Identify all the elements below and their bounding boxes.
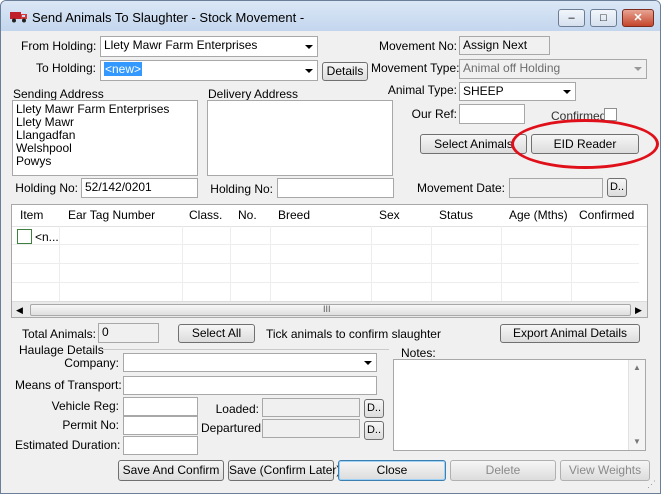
horizontal-scrollbar[interactable]: ◀ III ▶ bbox=[12, 301, 647, 317]
animals-table[interactable]: Item Ear Tag Number Class. No. Breed Sex… bbox=[11, 204, 648, 318]
to-holding-select[interactable]: <new> bbox=[100, 60, 318, 81]
grip-icon: III bbox=[323, 304, 331, 314]
departured-label: Departured: bbox=[201, 421, 265, 435]
delivery-holding-no-input[interactable] bbox=[277, 178, 394, 198]
chevron-down-icon bbox=[563, 89, 571, 94]
close-window-button[interactable]: ✕ bbox=[622, 9, 654, 27]
company-select[interactable] bbox=[123, 353, 377, 372]
save-confirm-later-button[interactable]: Save (Confirm Later) bbox=[228, 460, 340, 481]
row-select-checkbox[interactable] bbox=[17, 229, 32, 244]
column-header[interactable]: Sex bbox=[379, 208, 400, 222]
details-button[interactable]: Details bbox=[322, 62, 368, 81]
animal-type-select[interactable]: SHEEP bbox=[459, 82, 576, 101]
column-header[interactable]: Status bbox=[439, 208, 473, 222]
scroll-left-icon[interactable]: ◀ bbox=[16, 305, 23, 316]
notes-textarea[interactable]: ▲ ▼ bbox=[393, 359, 646, 451]
scroll-up-icon[interactable]: ▲ bbox=[633, 363, 641, 372]
from-holding-value: Llety Mawr Farm Enterprises bbox=[104, 38, 258, 52]
sending-address-line: Powys bbox=[16, 154, 52, 168]
animal-type-value: SHEEP bbox=[463, 84, 504, 98]
column-header[interactable]: Ear Tag Number bbox=[68, 208, 155, 222]
save-and-confirm-button[interactable]: Save And Confirm bbox=[118, 460, 224, 481]
title-bar[interactable]: Send Animals To Slaughter - Stock Moveme… bbox=[1, 1, 660, 31]
permit-no-input[interactable] bbox=[123, 416, 198, 435]
movement-type-value: Animal off Holding bbox=[463, 61, 561, 75]
row-item-cell: <n... bbox=[35, 230, 59, 244]
estimated-duration-label: Estimated Duration: bbox=[15, 438, 121, 452]
scroll-down-icon[interactable]: ▼ bbox=[633, 437, 641, 446]
haulage-details-heading: Haulage Details bbox=[19, 343, 104, 357]
total-animals-field: 0 bbox=[98, 323, 159, 343]
company-label: Company: bbox=[64, 356, 119, 370]
select-all-button[interactable]: Select All bbox=[178, 324, 255, 343]
scroll-right-icon[interactable]: ▶ bbox=[635, 305, 642, 316]
grid-divider bbox=[12, 282, 639, 283]
scroll-thumb[interactable]: III bbox=[30, 304, 631, 316]
grid-divider bbox=[12, 263, 639, 264]
departured-date-picker-button[interactable]: D.. bbox=[364, 421, 384, 440]
delete-button[interactable]: Delete bbox=[450, 460, 556, 481]
departured-date-input bbox=[262, 419, 360, 438]
to-holding-value: <new> bbox=[104, 62, 143, 76]
movement-type-select: Animal off Holding bbox=[459, 59, 647, 79]
notes-vertical-scrollbar[interactable]: ▲ ▼ bbox=[628, 360, 645, 450]
permit-no-label: Permit No: bbox=[62, 418, 119, 432]
column-header[interactable]: Breed bbox=[278, 208, 310, 222]
movement-type-label: Movement Type: bbox=[371, 61, 460, 75]
chevron-down-icon bbox=[305, 68, 313, 73]
loaded-label: Loaded: bbox=[215, 402, 259, 416]
chevron-down-icon bbox=[634, 67, 642, 71]
animal-type-label: Animal Type: bbox=[387, 83, 457, 97]
sending-address-box[interactable]: Llety Mawr Farm Enterprises Llety Mawr L… bbox=[12, 100, 198, 176]
haulage-divider bbox=[103, 349, 389, 350]
sending-address-label: Sending Address bbox=[13, 87, 104, 101]
delivery-address-label: Delivery Address bbox=[208, 87, 299, 101]
to-holding-label: To Holding: bbox=[35, 61, 96, 75]
column-header[interactable]: Age (Mths) bbox=[509, 208, 568, 222]
loaded-date-input bbox=[262, 398, 360, 417]
stock-movement-window: Send Animals To Slaughter - Stock Moveme… bbox=[0, 0, 661, 494]
view-weights-button[interactable]: View Weights bbox=[560, 460, 650, 481]
close-button[interactable]: Close bbox=[338, 460, 446, 481]
window-title: Send Animals To Slaughter - Stock Moveme… bbox=[32, 10, 305, 25]
table-row[interactable]: <n... bbox=[12, 227, 639, 245]
column-header[interactable]: Confirmed bbox=[579, 208, 634, 222]
delivery-holding-no-label: Holding No: bbox=[210, 182, 273, 196]
our-ref-input[interactable] bbox=[459, 104, 525, 124]
column-header[interactable]: Item bbox=[20, 208, 43, 222]
means-of-transport-label: Means of Transport: bbox=[15, 378, 122, 392]
column-header[interactable]: No. bbox=[238, 208, 257, 222]
estimated-duration-input[interactable] bbox=[123, 436, 198, 455]
movement-no-label: Movement No: bbox=[378, 39, 457, 53]
movement-no-field: Assign Next bbox=[459, 36, 550, 55]
resize-grip-icon[interactable]: ⋰ bbox=[647, 479, 656, 490]
total-animals-label: Total Animals: bbox=[21, 327, 96, 341]
from-holding-select[interactable]: Llety Mawr Farm Enterprises bbox=[100, 36, 318, 57]
table-header: Item Ear Tag Number Class. No. Breed Sex… bbox=[12, 205, 647, 227]
minimize-button[interactable]: – bbox=[558, 9, 585, 27]
vehicle-reg-input[interactable] bbox=[123, 397, 198, 416]
maximize-button[interactable]: □ bbox=[590, 9, 617, 27]
means-of-transport-input[interactable] bbox=[123, 376, 377, 395]
truck-app-icon bbox=[10, 12, 27, 23]
vehicle-reg-label: Vehicle Reg: bbox=[51, 399, 119, 413]
chevron-down-icon bbox=[305, 44, 313, 49]
highlight-ring bbox=[511, 119, 659, 169]
delivery-address-box[interactable] bbox=[207, 100, 393, 176]
tick-hint-text: Tick animals to confirm slaughter bbox=[266, 327, 441, 341]
notes-label: Notes: bbox=[401, 346, 436, 360]
movement-date-input bbox=[509, 178, 603, 198]
sending-holding-no-label: Holding No: bbox=[15, 181, 78, 195]
chevron-down-icon bbox=[364, 360, 372, 365]
export-animal-details-button[interactable]: Export Animal Details bbox=[500, 324, 640, 343]
movement-date-picker-button[interactable]: D.. bbox=[607, 178, 627, 197]
loaded-date-picker-button[interactable]: D.. bbox=[364, 399, 384, 418]
from-holding-label: From Holding: bbox=[21, 39, 97, 53]
column-header[interactable]: Class. bbox=[189, 208, 222, 222]
movement-date-label: Movement Date: bbox=[416, 181, 505, 195]
sending-holding-no-input[interactable]: 52/142/0201 bbox=[81, 178, 198, 198]
